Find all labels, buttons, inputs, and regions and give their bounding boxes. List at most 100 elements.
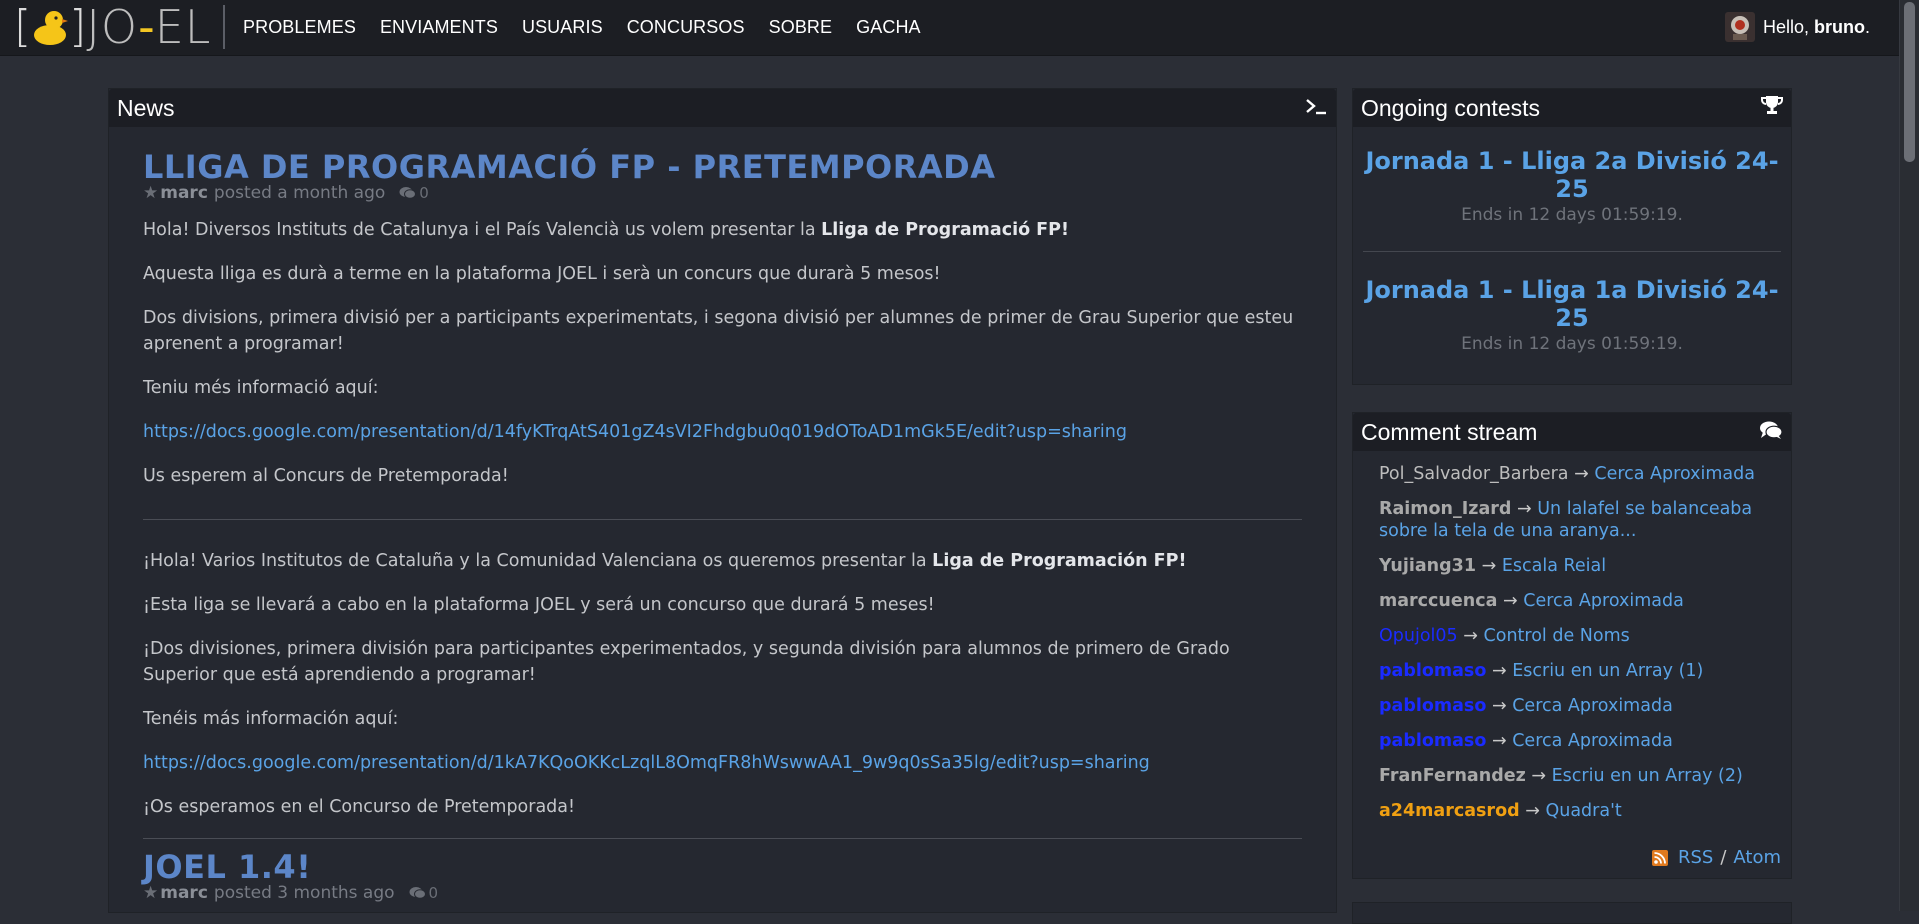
- next-panel: [1352, 902, 1792, 924]
- post-comments[interactable]: 0: [409, 884, 439, 902]
- comment-stream-title: Comment stream: [1361, 418, 1538, 445]
- arrow-icon: →: [1481, 556, 1497, 576]
- comment-stream-list: Pol_Salvador_Barbera → Cerca Aproximada R…: [1353, 451, 1791, 822]
- feed-separator: /: [1720, 847, 1727, 868]
- post-paragraph: Tenéis más información aquí:: [143, 709, 399, 729]
- star-icon: ★: [143, 183, 159, 203]
- nav-problemes[interactable]: PROBLEMES: [243, 17, 356, 38]
- comment-stream-item: Opujol05 → Control de Noms: [1379, 625, 1781, 647]
- comment-user[interactable]: pablomaso: [1379, 696, 1486, 716]
- comment-target-link[interactable]: Cerca Aproximada: [1512, 696, 1673, 716]
- comment-target-link[interactable]: Escriu en un Array (2): [1552, 766, 1743, 786]
- comment-user[interactable]: pablomaso: [1379, 661, 1486, 681]
- post-paragraph: Teniu més informació aquí:: [143, 378, 379, 398]
- nav-usuaris[interactable]: USUARIS: [522, 17, 603, 38]
- contest-title[interactable]: Jornada 1 - Lliga 2a Divisió 24-25: [1363, 147, 1781, 203]
- comment-user[interactable]: Yujiang31: [1379, 556, 1476, 576]
- user-menu[interactable]: Hello, bruno.: [1724, 12, 1870, 42]
- user-greeting: Hello,: [1762, 16, 1809, 37]
- duck-icon: [32, 7, 69, 47]
- contest-ends: Ends in 12 days 01:59:19.: [1461, 334, 1683, 354]
- post-text: Hola! Diversos Instituts de Catalunya i …: [143, 220, 822, 240]
- comment-user[interactable]: Pol_Salvador_Barbera: [1379, 464, 1569, 484]
- scrollbar-thumb[interactable]: [1904, 2, 1915, 162]
- comment-user[interactable]: pablomaso: [1379, 731, 1486, 751]
- post-author[interactable]: marc: [160, 183, 208, 203]
- nav-enviaments[interactable]: ENVIAMENTS: [380, 17, 498, 38]
- comment-target-link[interactable]: Cerca Aproximada: [1512, 731, 1673, 751]
- nav-sobre[interactable]: SOBRE: [769, 17, 833, 38]
- arrow-icon: →: [1491, 731, 1507, 751]
- trophy-icon: [1761, 94, 1783, 122]
- nav-gacha[interactable]: GACHA: [856, 17, 921, 38]
- post-paragraph: https://docs.google.com/presentation/d/1…: [143, 750, 1302, 776]
- comment-target-link[interactable]: Cerca Aproximada: [1523, 591, 1684, 611]
- site-logo[interactable]: [ ] JO - EL: [14, 1, 226, 52]
- arrow-icon: →: [1502, 591, 1518, 611]
- comment-stream-item: Yujiang31 → Escala Reial: [1379, 555, 1781, 577]
- comment-user[interactable]: marccuenca: [1379, 591, 1497, 611]
- arrow-icon: →: [1574, 464, 1589, 484]
- arrow-icon: →: [1491, 696, 1507, 716]
- post-divider: [143, 838, 1302, 839]
- post-paragraph: ¡Esta liga se llevará a cabo en la plata…: [143, 595, 935, 615]
- contest-title[interactable]: Jornada 1 - Lliga 1a Divisió 24-25: [1363, 276, 1781, 332]
- post-bold-text: Liga de Programación FP!: [932, 551, 1187, 571]
- comment-stream-item: a24marcasrod → Quadra't: [1379, 800, 1781, 822]
- post-title-link[interactable]: JOEL 1.4!: [143, 848, 311, 886]
- comment-user[interactable]: a24marcasrod: [1379, 801, 1520, 821]
- nav-concursos[interactable]: CONCURSOS: [627, 17, 745, 38]
- main-nav: PROBLEMES ENVIAMENTS USUARIS CONCURSOS S…: [243, 0, 945, 54]
- comment-stream-item: FranFernandez → Escriu en un Array (2): [1379, 765, 1781, 787]
- feed-links: RSS / Atom: [1651, 847, 1781, 868]
- post-meta: ★ marc posted 3 months ago 0: [143, 883, 1302, 903]
- ongoing-contests-panel: Ongoing contests Jornada 1 - Lliga 2a Di…: [1352, 88, 1792, 385]
- arrow-icon: →: [1525, 801, 1540, 821]
- presentation-link[interactable]: https://docs.google.com/presentation/d/1…: [143, 753, 1150, 773]
- post-date: posted a month ago: [213, 183, 386, 203]
- post-text: ¡Hola! Varios Institutos de Cataluña y l…: [143, 551, 933, 571]
- comment-user[interactable]: FranFernandez: [1379, 766, 1526, 786]
- contest-item[interactable]: Jornada 1 - Lliga 2a Divisió 24-25 Ends …: [1353, 147, 1791, 225]
- avatar[interactable]: [1724, 12, 1755, 42]
- terminal-icon[interactable]: [1304, 95, 1328, 122]
- presentation-link[interactable]: https://docs.google.com/presentation/d/1…: [143, 422, 1127, 442]
- page-scrollbar[interactable]: [1899, 0, 1919, 911]
- post-title[interactable]: LLIGA DE PROGRAMACIÓ FP - PRETEMPORADA: [143, 147, 1302, 187]
- arrow-icon: →: [1531, 766, 1547, 786]
- comment-stream-item: Pol_Salvador_Barbera → Cerca Aproximada: [1379, 463, 1781, 485]
- news-panel: News LLIGA DE PROGRAMACIÓ FP - PRETEMPOR…: [108, 88, 1337, 913]
- arrow-icon: →: [1463, 626, 1478, 646]
- comment-target-link[interactable]: Escala Reial: [1502, 556, 1606, 576]
- user-period: .: [1864, 16, 1870, 37]
- comment-stream-item: pablomaso → Escriu en un Array (1): [1379, 660, 1781, 682]
- rss-link[interactable]: RSS: [1678, 847, 1713, 868]
- post-paragraph: ¡Hola! Varios Institutos de Cataluña y l…: [143, 548, 1302, 574]
- comment-user[interactable]: Opujol05: [1379, 626, 1458, 646]
- post-title-link[interactable]: LLIGA DE PROGRAMACIÓ FP - PRETEMPORADA: [143, 148, 995, 186]
- comment-target-link[interactable]: Quadra't: [1545, 801, 1621, 821]
- comment-stream-item: pablomaso → Cerca Aproximada: [1379, 695, 1781, 717]
- post-date: posted 3 months ago: [213, 883, 395, 903]
- post-comment-count: 0: [419, 184, 429, 202]
- comment-user[interactable]: Raimon_Izard: [1379, 499, 1511, 519]
- arrow-icon: →: [1491, 661, 1507, 681]
- comment-stream-item: marccuenca → Cerca Aproximada: [1379, 590, 1781, 612]
- comment-target-link[interactable]: Cerca Aproximada: [1594, 464, 1755, 484]
- post-comment-count: 0: [428, 884, 439, 902]
- contest-item[interactable]: Jornada 1 - Lliga 1a Divisió 24-25 Ends …: [1353, 276, 1791, 354]
- logo-bracket-left: [: [14, 1, 32, 52]
- atom-link[interactable]: Atom: [1733, 847, 1781, 868]
- post-author[interactable]: marc: [160, 883, 208, 903]
- comment-stream-item: Raimon_Izard → Un lalafel se balanceaba …: [1379, 498, 1781, 542]
- post-comments[interactable]: 0: [399, 184, 429, 202]
- user-name[interactable]: bruno: [1814, 17, 1865, 38]
- comment-stream-item: pablomaso → Cerca Aproximada: [1379, 730, 1781, 752]
- post-title[interactable]: JOEL 1.4!: [143, 847, 1302, 887]
- post-paragraph: ¡Os esperamos en el Concurso de Pretempo…: [143, 797, 576, 817]
- logo-separator: [223, 5, 226, 49]
- comment-target-link[interactable]: Escriu en un Array (1): [1512, 661, 1703, 681]
- news-header: News: [109, 89, 1336, 127]
- comment-target-link[interactable]: Control de Noms: [1484, 626, 1630, 646]
- comment-stream-panel: Comment stream Pol_Salvador_Barbera → Ce…: [1352, 412, 1792, 879]
